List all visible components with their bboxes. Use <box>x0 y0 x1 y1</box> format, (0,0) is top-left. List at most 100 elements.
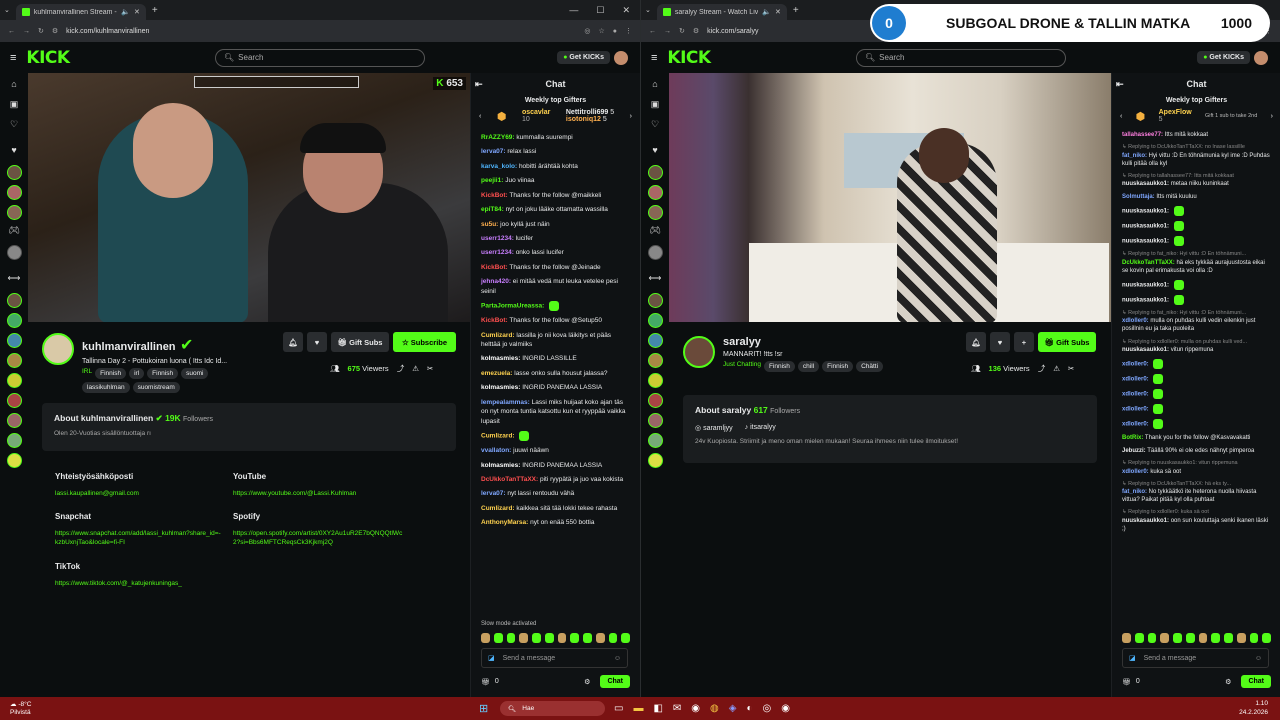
reload-icon[interactable]: ↻ <box>679 27 685 35</box>
gifter-name[interactable]: Nettitrolli699 <box>566 109 608 116</box>
get-kicks-button[interactable]: ● Get KICKs <box>1197 51 1250 64</box>
chat-username[interactable]: PartaJormaUreassa: <box>481 303 544 310</box>
gamepad-icon[interactable]: 🎮︎ <box>649 225 660 240</box>
chat-username[interactable]: xdloller0: <box>1122 318 1149 324</box>
settings-gear-icon[interactable]: ⚙ <box>1225 678 1231 686</box>
gift-icon[interactable]: 🎁︎ <box>1122 678 1131 686</box>
emote-icon[interactable] <box>570 633 579 643</box>
app-icon[interactable]: ◉ <box>691 703 700 714</box>
chat-username[interactable]: Cumlizard: <box>481 433 515 440</box>
chat-username[interactable]: DcUkkoTanTTaXX: <box>1122 260 1175 266</box>
chat-username[interactable]: xdloller0: <box>1122 377 1149 383</box>
chat-username[interactable]: vvallaton: <box>481 447 511 454</box>
chat-username[interactable]: DcUkkoTanTTaXX: <box>481 476 538 483</box>
chat-username[interactable]: xdloller0: <box>1122 407 1149 413</box>
emote-icon[interactable] <box>1249 633 1259 643</box>
chat-username[interactable]: RrAZZY69: <box>481 134 515 141</box>
category-link[interactable]: Just Chatting <box>723 361 761 372</box>
tag[interactable]: Chätti <box>856 361 884 372</box>
emote-icon[interactable] <box>1224 633 1233 643</box>
chat-username[interactable]: emezuela: <box>481 370 512 377</box>
emote-icon[interactable] <box>1262 633 1271 643</box>
close-tab-icon[interactable]: ✕ <box>775 8 781 16</box>
hamburger-icon[interactable]: ≡ <box>651 52 657 64</box>
collapse-chat-icon[interactable]: ⇤ <box>1116 79 1124 90</box>
share-icon[interactable]: ⤴ <box>1038 363 1046 374</box>
emote-icon[interactable] <box>1236 633 1246 643</box>
channel-avatar[interactable] <box>6 165 22 180</box>
smiley-icon[interactable]: ☺ <box>614 655 621 662</box>
chat-username[interactable]: xdloller0: <box>1122 392 1149 398</box>
chat-username[interactable]: lempealammas: <box>481 399 530 406</box>
chat-username[interactable]: epiT84: <box>481 206 504 213</box>
chat-username[interactable]: Jebuzzi: <box>1122 448 1146 454</box>
task-view-icon[interactable]: ▭ <box>614 703 623 714</box>
kick-logo[interactable]: KICK <box>667 48 711 68</box>
tiktok-link[interactable]: https://www.tiktok.com/@_katujenkuningas… <box>55 579 255 588</box>
chat-username[interactable]: fat_niko: <box>1122 153 1147 159</box>
chat-username[interactable]: jehna420: <box>481 278 511 285</box>
following-heart-icon[interactable]: ♡ <box>651 119 659 134</box>
obs-icon[interactable]: ◉ <box>781 703 790 714</box>
follow-heart-button[interactable]: ♥ <box>990 332 1010 352</box>
chat-input[interactable]: ◪ Send a message ☺ <box>481 648 628 668</box>
clip-icon[interactable]: ✂ <box>427 364 433 373</box>
chat-send-button[interactable]: Chat <box>1241 675 1271 688</box>
chat-username[interactable]: Cumlizard: <box>481 505 515 512</box>
menu-dots-icon[interactable]: ⋮ <box>625 27 632 35</box>
emote-icon[interactable] <box>621 633 630 643</box>
subscribe-button[interactable]: ☆ Subscribe <box>393 332 456 352</box>
emote-icon[interactable] <box>532 633 541 643</box>
mail-icon[interactable]: ✉ <box>673 703 681 714</box>
channel-avatar[interactable] <box>647 393 663 408</box>
channel-avatar[interactable] <box>647 313 663 328</box>
collapse-chat-icon[interactable]: ⇤ <box>475 79 483 90</box>
new-tab-icon[interactable]: + <box>152 5 158 16</box>
emote-icon[interactable] <box>608 633 618 643</box>
chat-username[interactable]: nuuskasaukko1: <box>1122 283 1169 289</box>
chat-username[interactable]: peejii1: <box>481 177 503 184</box>
channel-avatar[interactable] <box>6 313 22 328</box>
channel-name[interactable]: kuhlmanvirallinen <box>82 341 176 353</box>
tab-list-icon[interactable]: ⌄ <box>645 6 651 14</box>
new-tab-icon[interactable]: + <box>793 5 799 16</box>
chat-input[interactable]: ◪ Send a message ☺ <box>1122 648 1269 668</box>
gifter-name[interactable]: ApexFlow <box>1159 109 1192 116</box>
channel-name[interactable]: saralyy <box>723 336 883 348</box>
chat-username[interactable]: userr1234: <box>481 235 514 242</box>
tag[interactable]: Finnish <box>95 368 127 379</box>
channel-avatar[interactable] <box>6 453 22 468</box>
tiktok-link[interactable]: ♪ itsaralyy <box>745 424 776 432</box>
tag[interactable]: Finnish <box>147 368 179 379</box>
chat-username[interactable]: xdloller0: <box>1122 362 1149 368</box>
chat-username[interactable]: Cumlizard: <box>481 332 515 339</box>
emote-icon[interactable] <box>519 633 528 643</box>
channel-avatar-large[interactable] <box>683 336 715 368</box>
reload-icon[interactable]: ↻ <box>38 27 44 35</box>
taskbar-search[interactable]: 🔍︎ Hae <box>500 701 605 716</box>
notification-bell-button[interactable]: 🔔︎ <box>283 332 303 352</box>
chat-username[interactable]: KickBot: <box>481 192 508 199</box>
tag[interactable]: Finnish <box>763 361 795 372</box>
clock[interactable]: 1.10 24.2.2026 <box>1239 700 1268 716</box>
channel-avatar[interactable] <box>6 373 22 388</box>
more-options-button[interactable]: + <box>1014 332 1034 352</box>
settings-gear-icon[interactable]: ⚙ <box>584 678 590 686</box>
tag[interactable]: chill <box>797 361 820 372</box>
emote-icon[interactable] <box>1173 633 1182 643</box>
chat-username[interactable]: xdloller0: <box>1122 469 1149 475</box>
channel-avatar[interactable] <box>6 245 22 260</box>
avatar[interactable] <box>614 50 628 65</box>
chat-username[interactable]: nuuskasaukko1: <box>1122 224 1169 230</box>
search-input[interactable]: 🔍︎ Search <box>215 48 425 67</box>
site-info-icon[interactable]: ⚙ <box>693 27 699 35</box>
channel-avatar[interactable] <box>6 185 22 200</box>
gifter-name[interactable]: isotoniq12 <box>566 116 601 123</box>
chat-username[interactable]: fat_niko: <box>1122 489 1147 495</box>
favorites-heart-icon[interactable]: ♥ <box>652 145 657 160</box>
instagram-link[interactable]: ◎ saramljyy <box>695 424 733 432</box>
next-gifter-icon[interactable]: › <box>1271 113 1273 120</box>
emote-icon[interactable] <box>493 633 503 643</box>
chat-username[interactable]: xdloller0: <box>1122 422 1149 428</box>
channel-avatar[interactable] <box>6 353 22 368</box>
